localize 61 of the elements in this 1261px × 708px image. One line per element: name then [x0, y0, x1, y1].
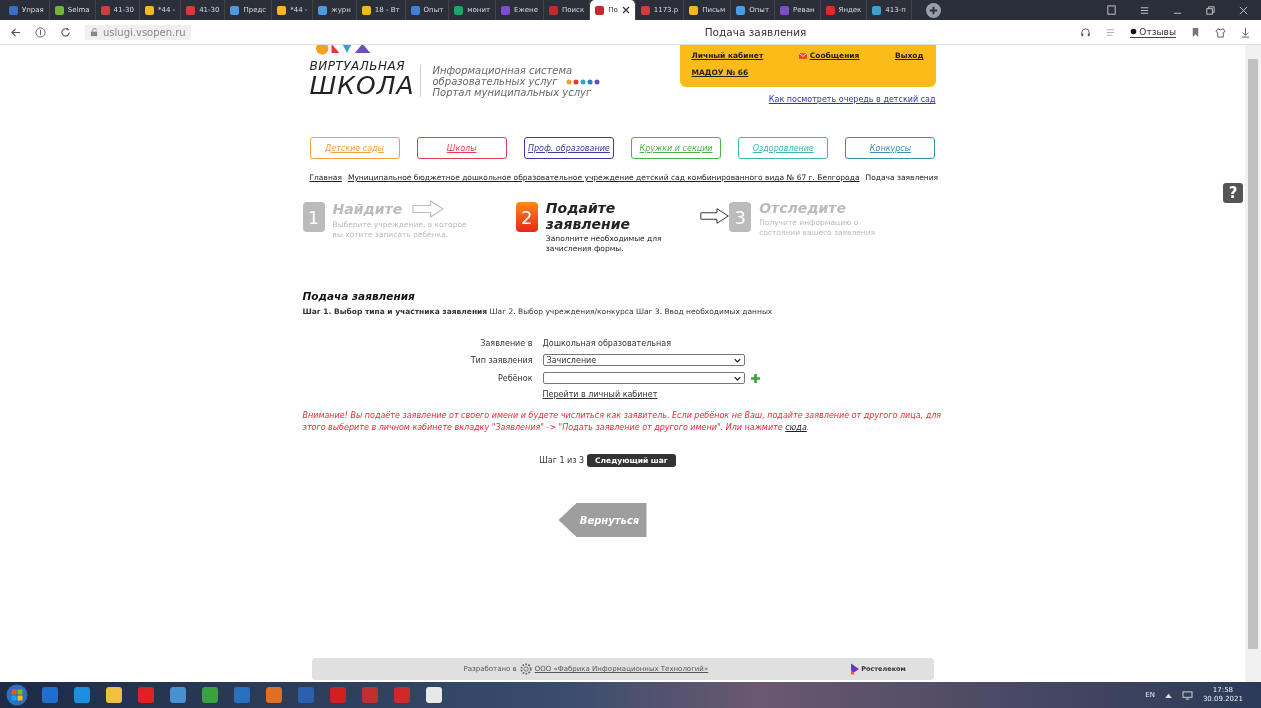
field-label: Тип заявления	[469, 355, 533, 365]
cabinet-link[interactable]: Перейти в личный кабинет	[542, 390, 943, 399]
outline-arrow-icon	[700, 207, 730, 225]
app-icon[interactable]	[168, 685, 188, 705]
up-caret-icon[interactable]	[1164, 692, 1172, 698]
restore-icon[interactable]	[1205, 4, 1216, 16]
shirt-icon[interactable]	[1215, 26, 1226, 38]
download-icon[interactable]	[1240, 26, 1251, 38]
colored-dots-icon	[565, 78, 602, 85]
tagline-text: образовательных услуг	[432, 76, 558, 87]
dropdown-field[interactable]: Зачисление	[542, 354, 745, 366]
tabs-icon[interactable]	[1106, 4, 1117, 16]
gear-icon	[519, 663, 532, 675]
section-heading: Подача заявления	[302, 290, 416, 302]
reload-icon[interactable]	[60, 26, 71, 38]
logo-text: ШКОЛА	[309, 73, 416, 99]
step-counter: Шаг 1 из 3	[539, 456, 585, 465]
tagline-text: Портал муниципальных услуг	[432, 87, 593, 98]
reviews-button[interactable]: Отзывы	[1130, 26, 1176, 38]
app-icon[interactable]	[72, 685, 92, 705]
start-button-icon[interactable]	[6, 684, 28, 706]
network-icon[interactable]	[1181, 690, 1193, 700]
field-label: Ребёнок	[496, 373, 533, 383]
partner-logo-icon	[851, 663, 860, 675]
category-button[interactable]: Школы	[416, 137, 507, 159]
app-icon[interactable]	[104, 685, 124, 705]
here-link[interactable]: сюда	[785, 423, 807, 432]
app-icon[interactable]	[264, 685, 284, 705]
dropdown-field[interactable]	[542, 372, 745, 384]
step-title: Подайте заявление	[545, 200, 631, 232]
bookmark-icon[interactable]	[1190, 26, 1201, 38]
step-number: 3	[729, 202, 752, 232]
warning-text: Внимание! Вы подаёте заявление от своего имени и будете числиться как заявитель. Если ребёнок не Ваш, подайте заявление от другого лица, для этого выберите в личном кабинете вкладку "Заявления" -> "Подать заявление от другого имени". Или нажмите сюда.	[302, 410, 943, 434]
scrollbar[interactable]	[1245, 45, 1261, 682]
step-number: 1	[302, 202, 325, 232]
new-tab-icon[interactable]	[925, 2, 941, 18]
page-title: Подача заявления	[703, 26, 807, 38]
close-icon[interactable]	[621, 6, 630, 14]
chevron-icon	[733, 357, 741, 363]
chat-bubble-icon	[1130, 28, 1138, 35]
field-label: Заявление в	[479, 339, 533, 348]
category-button[interactable]: Проф. образование	[523, 137, 614, 159]
logo-text: ВИРТУАЛЬНАЯ	[309, 59, 407, 73]
outline-arrow-icon	[412, 200, 445, 218]
back-arrow-icon[interactable]	[10, 26, 21, 38]
headphones-icon[interactable]	[1080, 26, 1092, 38]
help-button[interactable]: ?	[1223, 183, 1243, 203]
chevron-icon	[733, 375, 741, 381]
envelope-icon	[798, 52, 807, 59]
menu-icon[interactable]	[1139, 4, 1150, 16]
plus-icon[interactable]	[750, 373, 760, 383]
queue-link[interactable]: Как посмотреть очередь в детский сад	[768, 95, 936, 104]
category-button[interactable]: Конкурсы	[845, 137, 936, 159]
app-icon[interactable]	[424, 685, 444, 705]
step-title: Отследите	[759, 200, 846, 216]
field-value: Дошкольная образовательная	[542, 339, 671, 348]
step-title: Найдите	[332, 201, 403, 217]
lock-icon	[90, 27, 99, 37]
tagline-text: Информационная система	[432, 65, 574, 76]
step-number: 2	[515, 202, 538, 232]
app-icon[interactable]	[200, 685, 220, 705]
